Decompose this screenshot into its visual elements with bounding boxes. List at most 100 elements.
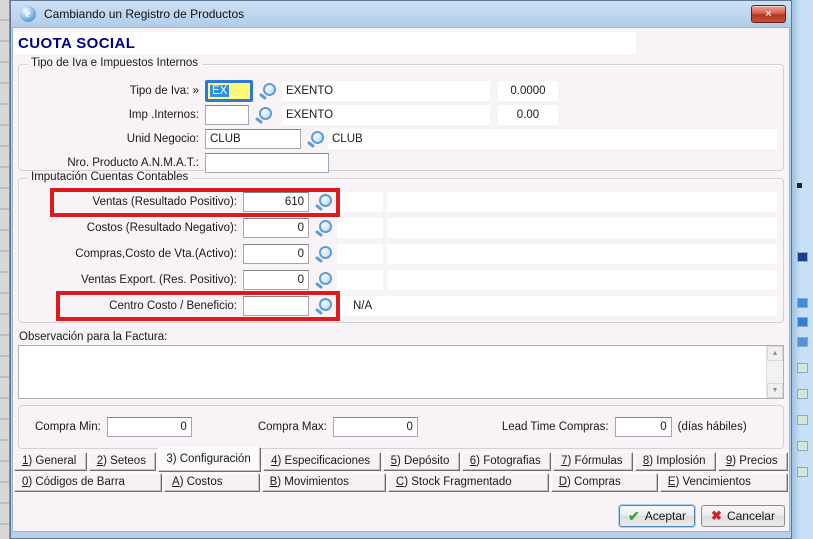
tab-e-vencimientos[interactable]: E) Vencimientos <box>660 473 788 492</box>
lead-time-input[interactable]: 0 <box>615 417 672 437</box>
compras-activo-description-field <box>387 244 777 264</box>
iva-group: Tipo de Iva e Impuestos Internos Tipo de… <box>18 64 784 171</box>
scroll-down-icon: ▼ <box>772 387 779 394</box>
dialog-body: CUOTA SOCIAL Tipo de Iva e Impuestos Int… <box>13 28 789 531</box>
compras-activo-account-input[interactable]: 0 <box>243 244 309 264</box>
highlight-annotation-ventas <box>50 188 340 217</box>
background-fragment <box>797 298 808 308</box>
tab-9-precios[interactable]: 9) Precios <box>718 452 788 471</box>
tipo-iva-input[interactable]: EX <box>205 80 253 102</box>
compra-min-input[interactable]: 0 <box>107 417 192 437</box>
anmat-label: Nro. Producto A.N.M.A.T.: <box>25 157 199 169</box>
compra-min-label: Compra Min: <box>35 421 101 433</box>
ventas-code-field <box>337 192 383 212</box>
ventas-export-account-input[interactable]: 0 <box>243 270 309 290</box>
ventas-export-row: Ventas Export. (Res. Positivo): 0 <box>25 269 777 291</box>
close-button[interactable]: × <box>751 5 786 23</box>
background-window-left <box>0 0 10 539</box>
compra-max-input[interactable]: 0 <box>333 417 418 437</box>
observacion-label: Observación para la Factura: <box>19 331 167 343</box>
tab-3-configuracion[interactable]: 3) Configuración <box>158 447 261 472</box>
product-name: CUOTA SOCIAL <box>14 35 135 52</box>
imp-internos-rate: 0.00 <box>498 105 558 125</box>
background-fragment <box>797 183 802 188</box>
ventas-export-label: Ventas Export. (Res. Positivo): <box>25 274 237 286</box>
tab-a-costos[interactable]: A) Costos <box>164 473 260 492</box>
aceptar-label: Aceptar <box>645 509 686 523</box>
search-icon[interactable] <box>258 82 276 100</box>
compras-panel: Compra Min: 0 Compra Max: 0 Lead Time Co… <box>18 405 784 449</box>
unid-negocio-input[interactable]: CLUB <box>205 129 301 149</box>
centro-costo-description-field: N/A <box>337 296 777 316</box>
tab-4-especificaciones[interactable]: 4) Especificaciones <box>263 452 380 471</box>
background-fragment <box>797 467 808 477</box>
background-fragment <box>797 317 808 327</box>
tipo-iva-row: Tipo de Iva: » EX EXENTO 0.0000 <box>25 80 777 101</box>
imp-internos-description: EXENTO <box>282 105 490 125</box>
search-icon[interactable] <box>314 219 332 237</box>
compras-activo-row: Compras,Costo de Vta.(Activo): 0 <box>25 243 777 265</box>
costos-code-field <box>337 218 383 238</box>
search-icon[interactable] <box>306 130 324 148</box>
costos-description-field <box>387 218 777 238</box>
costos-row: Costos (Resultado Negativo): 0 <box>25 217 777 239</box>
background-fragment <box>797 441 808 451</box>
cancelar-label: Cancelar <box>727 509 775 523</box>
tab-6-fotografias[interactable]: 6) Fotografias <box>462 452 551 471</box>
product-edit-dialog: e Cambiando un Registro de Productos × C… <box>10 0 792 539</box>
tipo-iva-description: EXENTO <box>282 81 490 101</box>
background-fragment <box>797 415 808 425</box>
scroll-down-button[interactable]: ▼ <box>767 383 783 398</box>
highlight-annotation-centro-costo <box>56 291 340 321</box>
tab-8-implosion[interactable]: 8) Implosión <box>635 452 716 471</box>
costos-label: Costos (Resultado Negativo): <box>25 222 237 234</box>
observacion-textarea[interactable]: ▲ ▼ <box>18 345 784 399</box>
tab-row-2: 0) Códigos de BarraA) CostosB) Movimient… <box>14 473 788 492</box>
tab-7-formulas[interactable]: 7) Fórmulas <box>553 452 633 471</box>
ventas-description-field <box>387 192 777 212</box>
anmat-input[interactable] <box>205 153 329 173</box>
background-window-right <box>792 0 813 539</box>
tab-0-codigos-de-barra[interactable]: 0) Códigos de Barra <box>14 473 162 492</box>
compras-activo-label: Compras,Costo de Vta.(Activo): <box>25 248 237 260</box>
tab-2-seteos[interactable]: 2) Seteos <box>89 452 157 471</box>
unid-negocio-label: Unid Negocio: <box>25 133 199 145</box>
iva-group-title: Tipo de Iva e Impuestos Internos <box>27 57 202 69</box>
dialog-buttons: ✔ Aceptar ✖ Cancelar <box>619 505 785 527</box>
tab-b-movimientos[interactable]: B) Movimientos <box>262 473 386 492</box>
tab-d-compras[interactable]: D) Compras <box>551 473 658 492</box>
background-fragment <box>797 389 808 399</box>
scroll-up-button[interactable]: ▲ <box>767 346 783 361</box>
imp-internos-input[interactable] <box>205 105 249 125</box>
lead-time-suffix: (días hábiles) <box>678 421 747 433</box>
unid-negocio-row: Unid Negocio: CLUB CLUB <box>25 128 777 149</box>
search-icon[interactable] <box>254 106 272 124</box>
background-fragment <box>797 252 808 262</box>
tipo-iva-label: Tipo de Iva: » <box>25 85 199 97</box>
background-fragment <box>797 337 808 347</box>
tab-5-deposito[interactable]: 5) Depósito <box>383 452 460 471</box>
cancelar-button[interactable]: ✖ Cancelar <box>701 505 785 527</box>
search-icon[interactable] <box>314 245 332 263</box>
imp-internos-label: Imp .Internos: <box>25 109 199 121</box>
compras-activo-code-field <box>337 244 383 264</box>
cross-icon: ✖ <box>711 508 722 524</box>
tipo-iva-rate: 0.0000 <box>498 81 558 101</box>
search-icon[interactable] <box>314 271 332 289</box>
app-logo-icon: e <box>20 6 36 22</box>
ventas-export-description-field <box>387 270 777 290</box>
cuentas-group-title: Imputación Cuentas Contables <box>27 171 192 183</box>
scroll-up-icon: ▲ <box>772 350 779 357</box>
check-icon: ✔ <box>628 508 640 525</box>
title-bar: e Cambiando un Registro de Productos × <box>10 0 792 28</box>
anmat-row: Nro. Producto A.N.M.A.T.: <box>25 152 777 173</box>
costos-account-input[interactable]: 0 <box>243 218 309 238</box>
tab-1-general[interactable]: 1) General <box>14 452 87 471</box>
window-title: Cambiando un Registro de Productos <box>44 7 244 21</box>
tipo-iva-value: EX <box>210 85 229 97</box>
screen: e Cambiando un Registro de Productos × C… <box>0 0 813 539</box>
vertical-scrollbar[interactable]: ▲ ▼ <box>766 346 783 398</box>
imp-internos-row: Imp .Internos: EXENTO 0.00 <box>25 104 777 125</box>
aceptar-button[interactable]: ✔ Aceptar <box>619 505 695 527</box>
tab-c-stock-fragmentado[interactable]: C) Stock Fragmentado <box>388 473 549 492</box>
